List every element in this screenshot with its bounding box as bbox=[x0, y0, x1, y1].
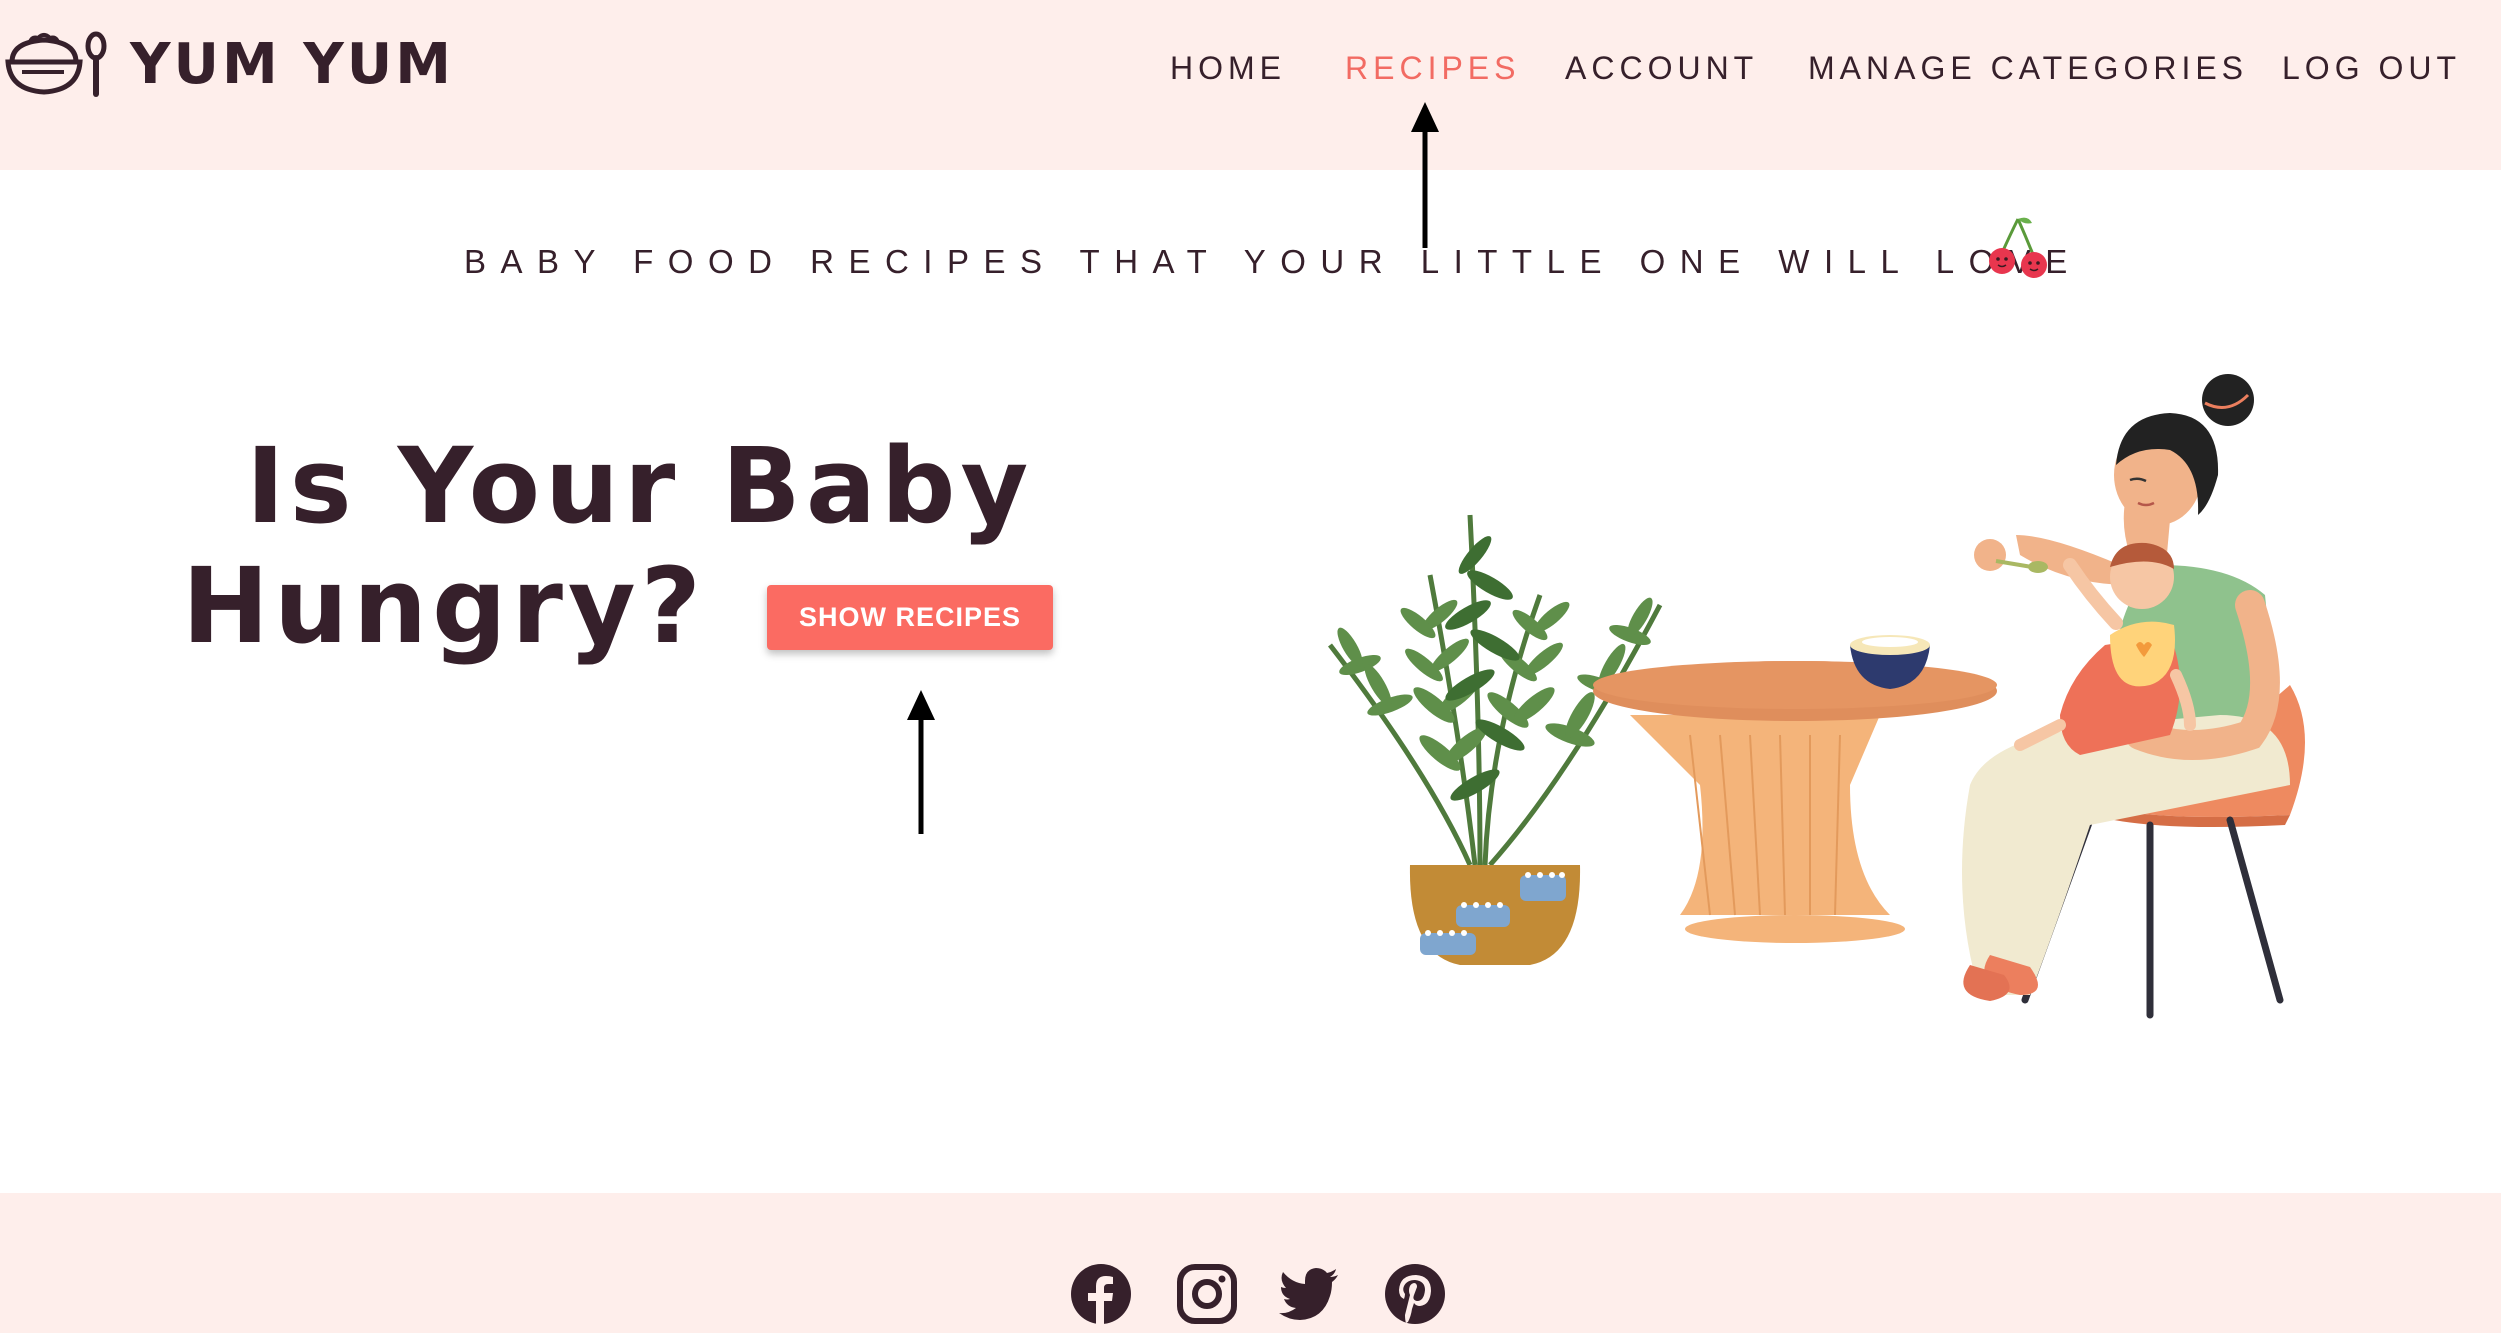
instagram-icon[interactable] bbox=[1176, 1263, 1238, 1325]
nav-home[interactable]: HOME bbox=[1170, 50, 1286, 87]
twitter-icon[interactable] bbox=[1278, 1263, 1340, 1325]
annotation-arrow-up-icon bbox=[1411, 102, 1439, 248]
annotation-arrow-up-icon bbox=[907, 690, 935, 834]
tagline: BABY FOOD RECIPES THAT YOUR LITTLE ONE W… bbox=[0, 217, 2501, 293]
mother-feeding-baby-illustration bbox=[1328, 374, 2305, 1019]
main-nav: HOME RECIPES ACCOUNT MANAGE CATEGORIES L… bbox=[0, 50, 2501, 94]
site-footer bbox=[0, 1193, 2501, 1333]
site-header: YUM YUM HOME RECIPES ACCOUNT MANAGE CATE… bbox=[0, 0, 2501, 170]
facebook-icon[interactable] bbox=[1070, 1263, 1132, 1325]
table-icon bbox=[1593, 661, 1997, 943]
nav-manage-categories[interactable]: MANAGE CATEGORIES bbox=[1808, 50, 2248, 87]
potted-plant-icon bbox=[1328, 514, 1663, 965]
cherry-icon bbox=[1989, 217, 2047, 278]
tagline-text: BABY FOOD RECIPES THAT YOUR LITTLE ONE W… bbox=[464, 243, 2082, 280]
nav-account[interactable]: ACCOUNT bbox=[1565, 50, 1758, 87]
social-links bbox=[0, 1263, 2501, 1327]
hero-heading-line2: Hungry? bbox=[182, 545, 706, 667]
hero-heading-line1: Is Your Baby bbox=[246, 425, 1034, 547]
pinterest-icon[interactable] bbox=[1384, 1263, 1446, 1325]
show-recipes-button[interactable]: SHOW RECIPES bbox=[767, 585, 1053, 650]
nav-log-out[interactable]: LOG OUT bbox=[2282, 50, 2461, 87]
nav-recipes[interactable]: RECIPES bbox=[1345, 50, 1520, 87]
